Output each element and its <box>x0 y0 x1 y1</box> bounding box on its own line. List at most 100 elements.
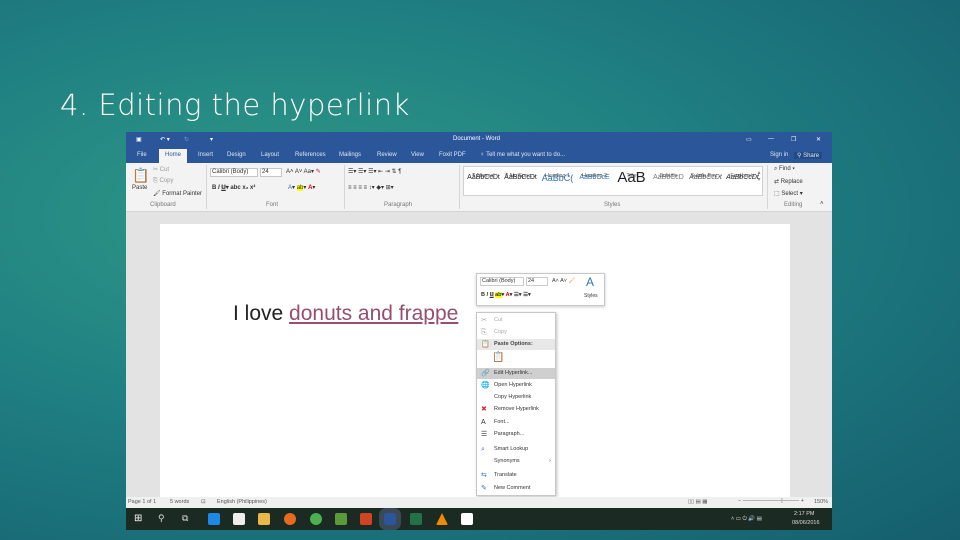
menu-synonyms[interactable]: Synonyms › <box>477 456 555 467</box>
paste-button[interactable]: Paste <box>132 185 147 191</box>
hyperlink-text[interactable]: donuts and frappe <box>289 302 458 325</box>
tell-me-search[interactable]: ♀ Tell me what you want to do... <box>480 152 565 158</box>
menu-paste-options: 📋 Paste Options: <box>477 339 555 350</box>
find-button[interactable]: ⌕ Find ▾ <box>774 166 795 173</box>
mini-format-buttons[interactable]: B I U ab▾ A▾ ☰▾ ☰▾ <box>481 292 531 298</box>
replace-button[interactable]: ⇄ Replace <box>774 178 803 185</box>
app-icon[interactable] <box>461 513 473 525</box>
styles-gallery[interactable]: AaBbCcDt ¶ Normal AaBbCcDt ¶ No Spac... Aa… <box>463 166 763 196</box>
tab-foxit-pdf[interactable]: Foxit PDF <box>439 152 466 158</box>
style-name: Subtle Em... <box>690 173 721 179</box>
tab-review[interactable]: Review <box>377 152 397 158</box>
alignment-buttons[interactable]: ≡ ≡ ≡ ≡ ↕▾ ◆▾ ⊞▾ <box>348 184 394 191</box>
status-bar: Page 1 of 1 5 words ⊡ English (Philippin… <box>126 497 832 508</box>
start-icon[interactable]: ⊞ <box>134 513 142 524</box>
minimize-icon[interactable]: — <box>768 136 774 142</box>
menu-font[interactable]: A Font... <box>477 417 555 428</box>
tab-view[interactable]: View <box>411 152 424 158</box>
page-count[interactable]: Page 1 of 1 <box>128 499 156 505</box>
document-text[interactable]: I love donuts and frappe <box>233 302 458 326</box>
menu-label: New Comment <box>494 485 531 491</box>
edge-icon[interactable] <box>208 513 220 525</box>
paragraph-group-label: Paragraph <box>384 202 413 208</box>
format-painter-button[interactable]: 🖌 Format Painter <box>153 190 202 197</box>
paste-icon[interactable]: 📋 <box>132 167 149 184</box>
redo-icon[interactable]: ↻ <box>184 136 189 143</box>
photos-icon[interactable] <box>335 513 347 525</box>
menu-copy[interactable]: ⎘ Copy <box>477 327 555 338</box>
tab-references[interactable]: References <box>295 152 326 158</box>
menu-smart-lookup[interactable]: ⌕ Smart Lookup <box>477 444 555 455</box>
zoom-slider[interactable]: − ———————|——— + <box>738 498 804 504</box>
zoom-level[interactable]: 150% <box>814 499 828 505</box>
menu-open-hyperlink[interactable]: 🌐 Open Hyperlink <box>477 380 555 391</box>
menu-remove-hyperlink[interactable]: ✖ Remove Hyperlink <box>477 404 555 415</box>
color-buttons[interactable]: A▾ ab▾ A▾ <box>288 184 315 191</box>
paste-keep-text-icon[interactable]: 📋 <box>492 352 504 363</box>
undo-icon[interactable]: ↶ ▾ <box>160 136 170 143</box>
close-icon[interactable]: ✕ <box>816 136 821 143</box>
tab-home[interactable]: Home <box>159 149 188 163</box>
taskbar: ⊞ ⚲ ⧉ ˄ ▭ ⏻ 🔊 ▤ 2:17 PM 08/06/2016 <box>126 508 832 530</box>
word-icon[interactable] <box>379 508 401 530</box>
format-painter-label: Format Painter <box>162 191 202 197</box>
copy-button[interactable]: ⎘ Copy <box>153 178 173 185</box>
select-button[interactable]: ⬚ Select ▾ <box>774 190 803 197</box>
store-icon[interactable] <box>233 513 245 525</box>
tab-design[interactable]: Design <box>227 152 246 158</box>
collapse-ribbon-icon[interactable]: ˄ <box>820 201 824 207</box>
font-size-select[interactable]: 24 <box>260 168 282 177</box>
tab-insert[interactable]: Insert <box>198 152 213 158</box>
font-name-select[interactable]: Calibri (Body) <box>210 168 258 177</box>
clock-time[interactable]: 2:17 PM <box>794 511 814 517</box>
share-button[interactable]: ⚲ Share <box>794 152 823 159</box>
menu-label: Synonyms <box>494 458 520 464</box>
menu-new-comment[interactable]: ✎ New Comment <box>477 483 555 494</box>
menu-cut[interactable]: ✂ Cut <box>477 315 555 326</box>
language[interactable]: English (Philippines) <box>217 499 267 505</box>
menu-label: Remove Hyperlink <box>494 406 539 412</box>
menu-edit-hyperlink[interactable]: 🔗 Edit Hyperlink... <box>477 368 555 379</box>
font-size-tools[interactable]: A˄ A˅ Aa▾ ✎ <box>286 168 321 175</box>
menu-copy-hyperlink[interactable]: Copy Hyperlink <box>477 392 555 403</box>
tab-file[interactable]: File <box>137 152 147 158</box>
firefox-icon[interactable] <box>284 513 296 525</box>
select-label: Select <box>781 191 799 197</box>
search-icon[interactable]: ⚲ <box>158 513 165 524</box>
proofing-icon[interactable]: ⊡ <box>201 499 206 505</box>
ribbon-options-icon[interactable]: ▭ <box>746 136 752 143</box>
document-page[interactable]: I love donuts and frappe <box>160 224 790 509</box>
styles-scroll[interactable]: ▴ ▾ <box>755 169 763 183</box>
translate-icon: ⇆ <box>481 472 487 479</box>
mini-size-select[interactable]: 24 <box>526 277 548 286</box>
mini-grow-shrink[interactable]: A˄ A˅ 🖌 <box>552 278 576 284</box>
cut-button[interactable]: ✂ Cut <box>153 166 169 173</box>
menu-paragraph[interactable]: ☰ Paragraph... <box>477 429 555 440</box>
excel-icon[interactable] <box>410 513 422 525</box>
task-view-icon[interactable]: ⧉ <box>182 513 188 524</box>
clock-date[interactable]: 08/06/2016 <box>792 520 820 526</box>
view-buttons[interactable]: ▯▯ ▤ ▦ <box>688 499 708 505</box>
chrome-icon[interactable] <box>310 513 322 525</box>
mini-font-select[interactable]: Calibri (Body) <box>480 277 524 286</box>
font-format-buttons[interactable]: B I U▾ abc x₂ x² <box>212 184 255 191</box>
word-count[interactable]: 5 words <box>170 499 189 505</box>
file-explorer-icon[interactable] <box>258 513 270 525</box>
clear-format-icon[interactable]: ✎ <box>316 169 321 175</box>
save-icon[interactable]: ▣ <box>136 136 142 143</box>
paste-icon: 📋 <box>481 341 490 348</box>
replace-label: Replace <box>780 179 803 185</box>
style-name: Heading 1 <box>544 173 571 179</box>
customize-qat-icon[interactable]: ▾ <box>210 136 213 143</box>
powerpoint-icon[interactable] <box>360 513 372 525</box>
mini-styles-label[interactable]: Styles <box>584 293 598 299</box>
tab-layout[interactable]: Layout <box>261 152 279 158</box>
sign-in-link[interactable]: Sign in <box>770 152 788 158</box>
restore-icon[interactable]: ❐ <box>791 136 796 143</box>
menu-translate[interactable]: ⇆ Translate <box>477 470 555 481</box>
vlc-icon[interactable] <box>436 513 448 525</box>
tab-mailings[interactable]: Mailings <box>339 152 361 158</box>
system-tray-icons[interactable]: ˄ ▭ ⏻ 🔊 ▤ <box>731 516 762 523</box>
list-buttons[interactable]: ☰▾ ☰▾ ☰▾ ⇤ ⇥ ⇅ ¶ <box>348 168 401 175</box>
mini-styles-icon[interactable]: A <box>586 275 594 289</box>
